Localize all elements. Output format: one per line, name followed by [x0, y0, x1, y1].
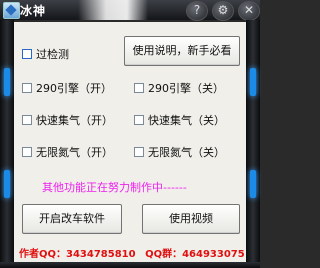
- checkbox-box: [22, 83, 32, 93]
- qq-group: QQ群：464933075: [145, 249, 245, 260]
- video-button[interactable]: 使用视频: [142, 204, 240, 234]
- bottom-frame: [0, 262, 260, 268]
- window-title: 冰神: [20, 4, 47, 18]
- left-frame: [0, 20, 14, 268]
- title-highlight: [78, 0, 148, 20]
- help-button[interactable]: 使用说明，新手必看: [124, 36, 240, 66]
- nitro-off-checkbox[interactable]: 无限氮气（关）: [134, 144, 225, 160]
- checkbox-box: [22, 115, 32, 125]
- engine-on-label: 290引擎（开）: [36, 82, 112, 95]
- fast-gas-off-label: 快速集气（关）: [148, 114, 225, 127]
- fast-gas-on-checkbox[interactable]: 快速集气（开）: [22, 112, 113, 128]
- checkbox-box: [134, 115, 144, 125]
- footer-contact: 作者QQ：3434785810 QQ群：464933075: [19, 245, 251, 260]
- help-icon[interactable]: ?: [186, 1, 208, 21]
- led-light: [250, 68, 256, 96]
- gear-icon[interactable]: ⚙: [212, 1, 234, 21]
- status-notice: 其他功能正在努力制作中------: [42, 181, 187, 194]
- led-light: [4, 170, 10, 198]
- led-light: [250, 170, 256, 198]
- checkbox-box: [134, 83, 144, 93]
- nitro-off-label: 无限氮气（关）: [148, 146, 225, 159]
- right-frame: [246, 20, 260, 268]
- nitro-on-label: 无限氮气（开）: [36, 146, 113, 159]
- checkbox-box: [22, 49, 32, 59]
- checkbox-box: [134, 147, 144, 157]
- detection-label: 过检测: [36, 48, 69, 61]
- detection-checkbox[interactable]: 过检测: [22, 46, 69, 62]
- fast-gas-on-label: 快速集气（开）: [36, 114, 113, 127]
- app-icon: [3, 2, 20, 19]
- engine-off-label: 290引擎（关）: [148, 82, 224, 95]
- nitro-on-checkbox[interactable]: 无限氮气（开）: [22, 144, 113, 160]
- fast-gas-off-checkbox[interactable]: 快速集气（关）: [134, 112, 225, 128]
- close-icon[interactable]: ✕: [238, 1, 260, 21]
- engine-off-checkbox[interactable]: 290引擎（关）: [134, 80, 224, 96]
- led-light: [4, 68, 10, 96]
- engine-on-checkbox[interactable]: 290引擎（开）: [22, 80, 112, 96]
- title-bar: 冰神 ? ⚙ ✕: [0, 0, 260, 21]
- checkbox-box: [22, 147, 32, 157]
- author-qq: 作者QQ：3434785810: [19, 249, 136, 260]
- open-software-button[interactable]: 开启改车软件: [22, 204, 122, 234]
